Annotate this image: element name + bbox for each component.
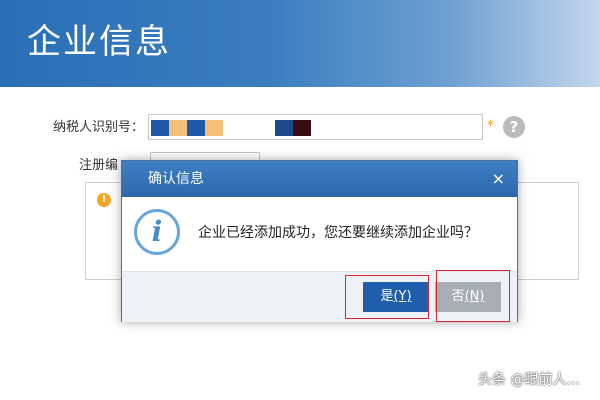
help-icon[interactable]: ?	[503, 116, 525, 138]
dialog-title: 确认信息	[148, 171, 204, 187]
redaction-block	[169, 120, 187, 136]
watermark: 头条 @眼前人...	[478, 372, 580, 388]
close-icon[interactable]: ×	[492, 170, 505, 188]
dialog-titlebar[interactable]: 确认信息 ×	[122, 161, 517, 197]
tax-id-label: 纳税人识别号：	[53, 120, 145, 135]
required-mark: *	[487, 118, 494, 134]
page-header: 企业信息	[0, 0, 600, 87]
page-title: 企业信息	[27, 22, 171, 62]
yes-highlight-box	[345, 275, 429, 319]
redaction-block	[187, 120, 205, 136]
no-highlight-box	[436, 270, 510, 322]
registration-label: 注册编	[79, 158, 119, 173]
info-icon: i	[134, 209, 180, 255]
tax-id-input[interactable]	[148, 114, 483, 140]
redaction-block	[275, 120, 293, 136]
warning-icon: !	[97, 193, 111, 207]
dialog-body: i 企业已经添加成功，您还要继续添加企业吗？	[122, 197, 517, 271]
redaction-block	[293, 120, 311, 136]
dialog-message: 企业已经添加成功，您还要继续添加企业吗？	[198, 225, 478, 241]
redaction-block	[151, 120, 169, 136]
redaction-block	[205, 120, 223, 136]
